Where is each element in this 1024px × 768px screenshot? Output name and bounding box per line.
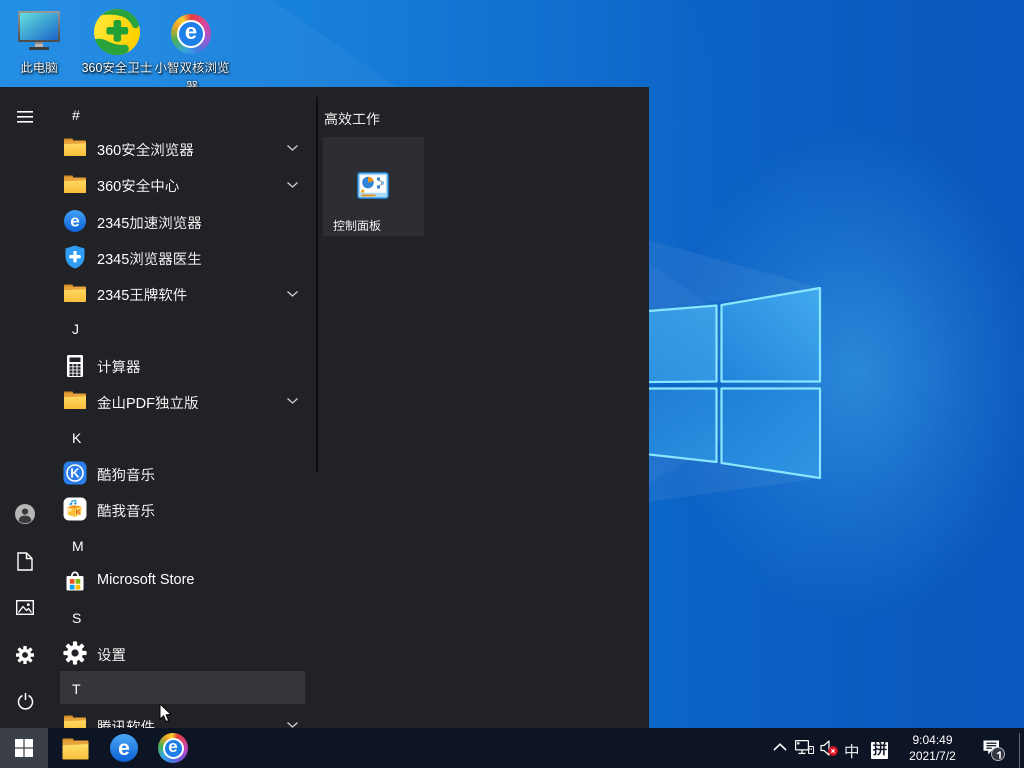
svg-text:e: e <box>70 212 79 231</box>
svg-text:e: e <box>118 737 130 760</box>
svg-text:K: K <box>70 466 80 481</box>
svg-text:K: K <box>75 508 81 517</box>
